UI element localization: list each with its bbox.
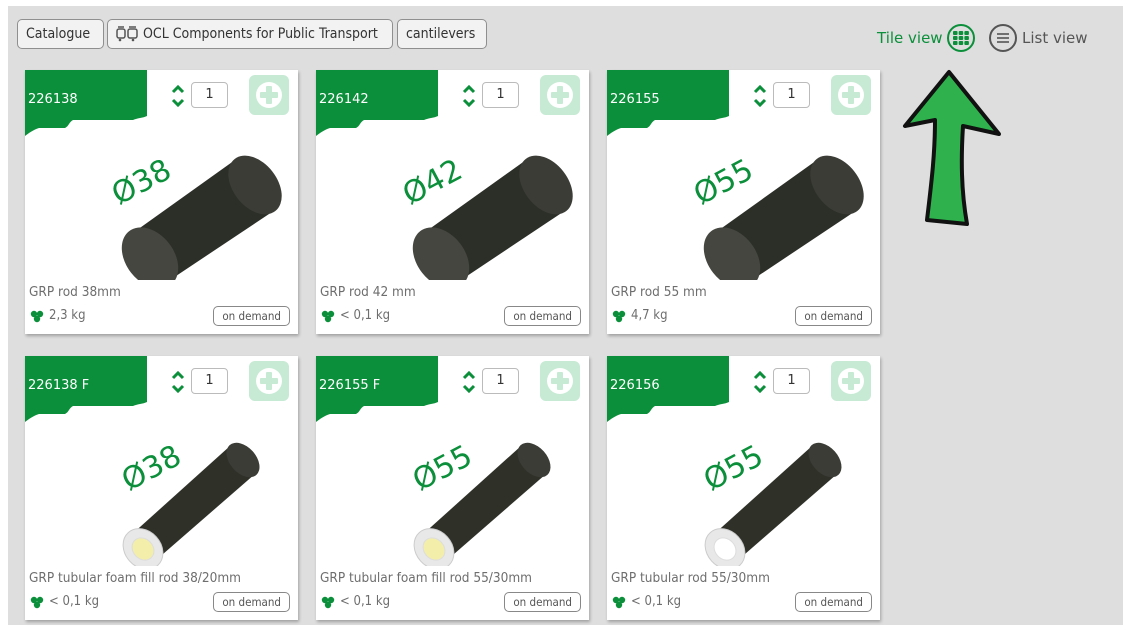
availability-badge: on demand [504,306,581,326]
product-card[interactable]: 226155 1 Ø55 GRP rod 55 mm 4,7 kg on dem… [607,70,880,334]
weight-icon [30,596,44,608]
product-image: Ø38 [106,152,282,280]
product-code: 226155 F [319,378,381,393]
grid-icon [946,24,975,52]
product-code: 226156 [610,378,660,393]
quantity-input[interactable]: 1 [482,82,519,108]
product-weight: < 0,1 kg [320,308,390,323]
product-weight-value: < 0,1 kg [631,594,682,609]
product-name: GRP rod 38mm [29,284,121,300]
availability-badge: on demand [504,592,581,612]
product-image: Ø55 [698,438,842,566]
add-to-cart-button[interactable] [540,361,580,401]
weight-icon [321,596,335,608]
plus-icon [547,82,573,108]
quantity-input[interactable]: 1 [191,82,228,108]
availability-badge: on demand [213,592,290,612]
product-code: 226155 [610,92,660,107]
availability-badge: on demand [795,306,872,326]
add-to-cart-button[interactable] [540,75,580,115]
product-code: 226138 F [28,378,90,393]
product-image: Ø38 [116,438,260,566]
quantity-stepper-icon[interactable] [461,368,477,396]
product-weight: 4,7 kg [611,308,668,323]
product-weight: < 0,1 kg [29,594,99,609]
availability-badge: on demand [795,592,872,612]
product-weight-value: 4,7 kg [631,308,668,323]
quantity-stepper-icon[interactable] [461,82,477,110]
plus-icon [838,82,864,108]
product-code: 226138 [28,92,78,107]
tile-view-toggle[interactable]: Tile view [877,24,975,52]
quantity-stepper-icon[interactable] [752,368,768,396]
product-image: Ø42 [397,152,573,280]
quantity-input[interactable]: 1 [773,82,810,108]
product-weight-value: < 0,1 kg [340,308,391,323]
product-image: Ø55 [407,438,551,566]
weight-icon [30,310,44,322]
product-card[interactable]: 226142 1 Ø42 GRP rod 42 mm < 0,1 kg on d… [316,70,589,334]
product-code: 226142 [319,92,369,107]
product-weight-value: 2,3 kg [49,308,86,323]
product-weight: < 0,1 kg [611,594,681,609]
diameter-label: Ø42 [397,152,468,212]
plus-icon [838,368,864,394]
diameter-label: Ø55 [698,438,769,498]
tile-view-label: Tile view [877,29,943,47]
product-card[interactable]: 226156 1 Ø55 GRP tubular rod 55/30mm < 0… [607,356,880,620]
add-to-cart-button[interactable] [249,75,289,115]
diameter-label: Ø55 [688,152,759,212]
product-name: GRP rod 55 mm [611,284,707,300]
bus-icon [116,26,138,42]
quantity-input[interactable]: 1 [773,368,810,394]
product-card[interactable]: 226155 F 1 Ø55 GRP tubular foam fill rod… [316,356,589,620]
product-name: GRP tubular foam fill rod 55/30mm [320,570,533,586]
weight-icon [321,310,335,322]
diameter-label: Ø38 [116,438,187,498]
product-name: GRP rod 42 mm [320,284,416,300]
breadcrumb-cantilevers[interactable]: cantilevers [397,19,487,49]
diameter-label: Ø55 [407,438,478,498]
annotation-arrow-icon [903,70,1001,226]
add-to-cart-button[interactable] [831,361,871,401]
availability-badge: on demand [213,306,290,326]
product-card[interactable]: 226138 1 Ø38 GRP rod 38mm 2,3 kg on dema… [25,70,298,334]
list-icon [989,24,1017,52]
diameter-label: Ø38 [106,152,177,212]
product-weight-value: < 0,1 kg [340,594,391,609]
weight-icon [612,596,626,608]
breadcrumb-label: cantilevers [406,26,476,42]
product-weight-value: < 0,1 kg [49,594,100,609]
quantity-input[interactable]: 1 [191,368,228,394]
quantity-stepper-icon[interactable] [170,82,186,110]
plus-icon [256,82,282,108]
breadcrumb-catalogue[interactable]: Catalogue [17,19,104,49]
plus-icon [547,368,573,394]
product-name: GRP tubular foam fill rod 38/20mm [29,570,242,586]
quantity-input[interactable]: 1 [482,368,519,394]
product-weight: < 0,1 kg [320,594,390,609]
product-image: Ø55 [688,152,864,280]
product-weight: 2,3 kg [29,308,86,323]
list-view-label: List view [1022,29,1088,47]
quantity-stepper-icon[interactable] [170,368,186,396]
plus-icon [256,368,282,394]
breadcrumb-label: Catalogue [26,26,91,42]
quantity-stepper-icon[interactable] [752,82,768,110]
breadcrumb-ocl-components[interactable]: OCL Components for Public Transport [107,19,393,49]
breadcrumb-label: OCL Components for Public Transport [143,26,378,42]
product-card[interactable]: 226138 F 1 Ø38 GRP tubular foam fill rod… [25,356,298,620]
add-to-cart-button[interactable] [249,361,289,401]
product-name: GRP tubular rod 55/30mm [611,570,770,586]
weight-icon [612,310,626,322]
add-to-cart-button[interactable] [831,75,871,115]
list-view-toggle[interactable]: List view [989,24,1088,52]
